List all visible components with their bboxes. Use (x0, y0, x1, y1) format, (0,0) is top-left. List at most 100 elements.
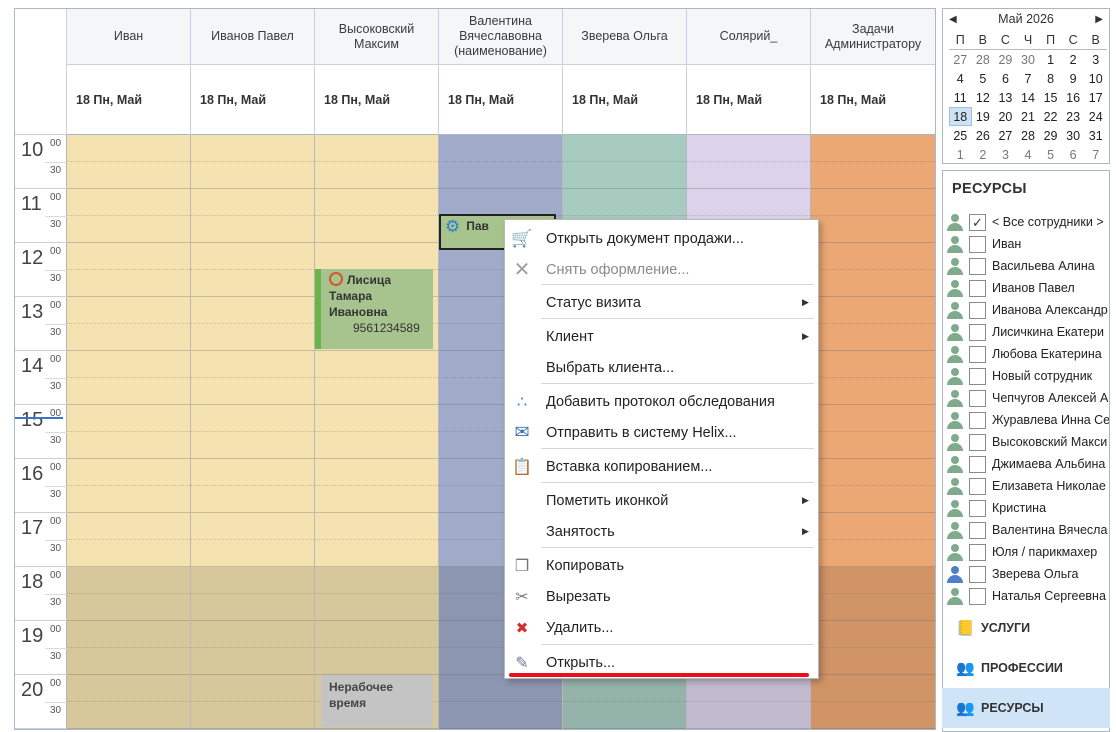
calendar-day[interactable]: 9 (1062, 69, 1085, 88)
menu-item[interactable]: Занятость ▶ (505, 516, 818, 547)
time-slot[interactable] (191, 567, 314, 594)
resource-column[interactable] (191, 135, 315, 729)
calendar-day[interactable]: 6 (994, 69, 1017, 88)
calendar-day[interactable]: 16 (1062, 88, 1085, 107)
resource-checkbox[interactable] (969, 565, 986, 583)
calendar-day[interactable]: 25 (949, 126, 972, 145)
calendar-day[interactable]: 30 (1017, 50, 1040, 69)
time-slot[interactable] (811, 189, 935, 216)
date-header[interactable]: 18 Пн, Май (439, 65, 563, 135)
calendar-day[interactable]: 30 (1062, 126, 1085, 145)
time-slot[interactable] (563, 675, 686, 702)
resource-item[interactable]: ✓ < Все сотрудники > (945, 211, 1109, 233)
resource-item[interactable]: Иванов Павел (945, 277, 1109, 299)
resource-header[interactable]: Солярий_ (687, 9, 811, 65)
time-slot[interactable] (191, 621, 314, 648)
calendar-day[interactable]: 27 (949, 50, 972, 69)
time-slot[interactable] (811, 432, 935, 459)
time-slot[interactable] (315, 135, 438, 162)
time-slot[interactable] (191, 405, 314, 432)
calendar-day[interactable]: 28 (1017, 126, 1040, 145)
resource-item[interactable]: Кристина (945, 497, 1109, 519)
time-slot[interactable] (191, 702, 314, 729)
time-slot[interactable] (67, 621, 190, 648)
resource-checkbox[interactable] (969, 455, 986, 473)
resource-header[interactable]: Зверева Ольга (563, 9, 687, 65)
date-header[interactable]: 18 Пн, Май (811, 65, 935, 135)
time-slot[interactable] (67, 135, 190, 162)
calendar-day[interactable]: 24 (1084, 107, 1107, 126)
resource-item[interactable]: Лисичкина Екатери (945, 321, 1109, 343)
date-header[interactable]: 18 Пн, Май (67, 65, 191, 135)
time-slot[interactable] (67, 297, 190, 324)
menu-item[interactable]: ✉ Отправить в систему Helix... (505, 417, 818, 448)
calendar-day[interactable]: 29 (994, 50, 1017, 69)
time-slot[interactable] (191, 513, 314, 540)
time-slot[interactable] (811, 270, 935, 297)
time-slot[interactable] (191, 459, 314, 486)
time-slot[interactable] (563, 189, 686, 216)
calendar-day[interactable]: 20 (994, 107, 1017, 126)
resource-header[interactable]: Иван (67, 9, 191, 65)
calendar-day[interactable]: 14 (1017, 88, 1040, 107)
resource-checkbox[interactable] (969, 587, 986, 605)
time-slot[interactable] (67, 351, 190, 378)
menu-item[interactable]: ✕ Снять оформление... (505, 254, 818, 285)
time-slot[interactable] (315, 621, 438, 648)
time-slot[interactable] (191, 135, 314, 162)
time-slot[interactable] (687, 162, 810, 189)
time-slot[interactable] (439, 189, 562, 216)
time-slot[interactable] (67, 432, 190, 459)
time-slot[interactable] (439, 135, 562, 162)
calendar-day[interactable]: 8 (1039, 69, 1062, 88)
time-slot[interactable] (67, 513, 190, 540)
calendar-day[interactable]: 3 (1084, 50, 1107, 69)
calendar-day[interactable]: 3 (994, 145, 1017, 164)
calendar-day[interactable]: 26 (972, 126, 995, 145)
time-slot[interactable] (687, 135, 810, 162)
calendar-day[interactable]: 21 (1017, 107, 1040, 126)
resource-checkbox[interactable] (969, 367, 986, 385)
time-slot[interactable] (811, 243, 935, 270)
resource-item[interactable]: Высоковский Макси (945, 431, 1109, 453)
resource-item[interactable]: Наталья Сергеевна (945, 585, 1109, 607)
menu-item[interactable]: Выбрать клиента... (505, 352, 818, 383)
menu-item[interactable]: Пометить иконкой ▶ (505, 485, 818, 516)
resource-column[interactable] (315, 135, 439, 729)
menu-item[interactable]: ∴ Добавить протокол обследования (505, 386, 818, 417)
time-slot[interactable] (191, 270, 314, 297)
calendar-day[interactable]: 12 (972, 88, 995, 107)
resource-header[interactable]: Высоковский Максим (315, 9, 439, 65)
time-slot[interactable] (811, 324, 935, 351)
time-slot[interactable] (315, 459, 438, 486)
time-slot[interactable] (315, 405, 438, 432)
time-slot[interactable] (67, 189, 190, 216)
time-slot[interactable] (811, 378, 935, 405)
time-slot[interactable] (315, 594, 438, 621)
time-slot[interactable] (811, 648, 935, 675)
time-slot[interactable] (67, 648, 190, 675)
resource-checkbox[interactable] (969, 521, 986, 539)
time-slot[interactable] (67, 540, 190, 567)
date-header[interactable]: 18 Пн, Май (563, 65, 687, 135)
resource-item[interactable]: Юля / парикмахер (945, 541, 1109, 563)
date-header[interactable]: 18 Пн, Май (687, 65, 811, 135)
calendar-day[interactable]: 13 (994, 88, 1017, 107)
time-slot[interactable] (811, 162, 935, 189)
time-slot[interactable] (191, 189, 314, 216)
resource-checkbox[interactable] (969, 389, 986, 407)
time-slot[interactable] (439, 675, 562, 702)
date-header[interactable]: 18 Пн, Май (191, 65, 315, 135)
calendar-day[interactable]: 19 (972, 107, 995, 126)
resource-checkbox[interactable]: ✓ (969, 213, 986, 231)
calendar-day[interactable]: 5 (972, 69, 995, 88)
time-slot[interactable] (315, 648, 438, 675)
time-slot[interactable] (563, 135, 686, 162)
time-slot[interactable] (67, 405, 190, 432)
time-slot[interactable] (67, 486, 190, 513)
resource-checkbox[interactable] (969, 257, 986, 275)
resource-item[interactable]: Валентина Вячесла (945, 519, 1109, 541)
time-slot[interactable] (811, 567, 935, 594)
resource-column[interactable] (811, 135, 935, 729)
time-slot[interactable] (315, 486, 438, 513)
